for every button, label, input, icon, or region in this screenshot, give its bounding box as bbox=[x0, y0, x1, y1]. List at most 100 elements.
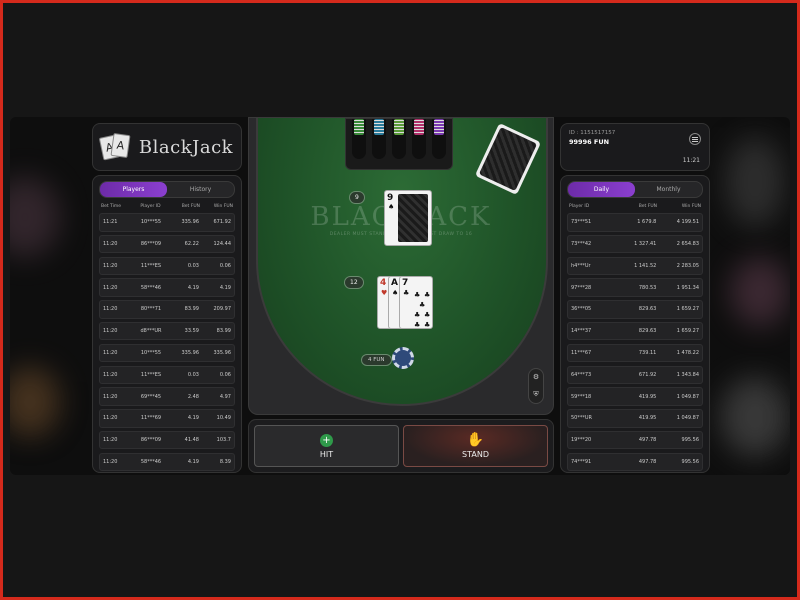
bet-cell: 2.48 bbox=[187, 393, 199, 400]
bet-cell: 83.99 bbox=[184, 306, 199, 313]
bg-blur bbox=[720, 377, 790, 457]
bet-cell: 1 141.52 bbox=[634, 262, 657, 269]
leaderboard-row: 74***91 497.78 995.56 bbox=[567, 452, 703, 472]
player-id-cell: 50***UR bbox=[571, 415, 592, 422]
side-controls: ⚙ ⛨ bbox=[528, 368, 544, 404]
leaderboard-row: 64***73 671.92 1 343.84 bbox=[567, 365, 703, 385]
leaderboard-panel: Daily Monthly Player ID Bet FUN Win FUN … bbox=[560, 175, 710, 473]
leaderboard-row: 36***05 829.63 1 659.27 bbox=[567, 300, 703, 319]
bet-cell: 335.96 bbox=[181, 350, 200, 357]
player-id-cell: 11***69 bbox=[140, 415, 162, 422]
bet-cell: 419.95 bbox=[638, 393, 657, 400]
bet-cell: 780.53 bbox=[638, 284, 657, 291]
player-id-cell: 10***55 bbox=[140, 350, 162, 357]
bet-time-cell: 11:20 bbox=[103, 415, 118, 422]
table-row: 11:21 10***55 335.96 671.92 bbox=[99, 213, 235, 232]
card-pip: ♣ bbox=[424, 321, 431, 329]
win-cell: 83.99 bbox=[216, 328, 231, 335]
leaderboard-row: h4***Ur 1 141.52 2 283.05 bbox=[567, 256, 703, 276]
player-id-cell: 73***42 bbox=[571, 241, 592, 248]
chip-stack bbox=[354, 119, 364, 135]
win-cell: 0.06 bbox=[219, 262, 231, 269]
leaderboard-header: Player ID Bet FUN Win FUN bbox=[569, 204, 701, 209]
chip-slot bbox=[372, 119, 386, 159]
bet-chip bbox=[392, 347, 414, 369]
table-row: 11:20 11***ES 0.03 0.06 bbox=[99, 256, 235, 276]
tab-history[interactable]: History bbox=[167, 182, 234, 197]
card-pip: ♣ bbox=[414, 311, 421, 319]
hit-label: HIT bbox=[319, 449, 334, 459]
win-cell: 10.49 bbox=[216, 415, 231, 422]
bet-cell: 739.11 bbox=[638, 350, 657, 357]
player-id-cell: 73***51 bbox=[571, 219, 592, 226]
bet-time-cell: 11:20 bbox=[103, 241, 118, 248]
win-cell: 1 343.84 bbox=[676, 371, 700, 378]
tab-daily[interactable]: Daily bbox=[568, 182, 635, 197]
bet-cell: 1 327.41 bbox=[634, 241, 657, 248]
card-pip: ♣ bbox=[424, 291, 431, 299]
chip-stack bbox=[434, 119, 444, 135]
col-win: Win FUN bbox=[681, 204, 701, 209]
player-score: 12 bbox=[344, 276, 364, 289]
bet-cell: 1 679.8 bbox=[637, 219, 657, 226]
leaderboard-row: 59***18 419.95 1 049.87 bbox=[567, 387, 703, 406]
win-cell: 103.7 bbox=[216, 437, 231, 444]
bet-time-cell: 11:20 bbox=[103, 284, 118, 291]
bet-cell: 829.63 bbox=[638, 328, 657, 335]
settings-icon[interactable]: ⚙ bbox=[533, 373, 539, 381]
table-row: 11:20 69***45 2.48 4.97 bbox=[99, 387, 235, 406]
bet-time-cell: 11:20 bbox=[103, 306, 118, 313]
leaderboard-row: 11***67 739.11 1 478.22 bbox=[567, 343, 703, 363]
chip-slot bbox=[432, 119, 446, 159]
chip-stack bbox=[374, 119, 384, 135]
card-rank: 7 bbox=[402, 278, 409, 288]
hand-icon: ✋ bbox=[466, 431, 485, 448]
win-cell: 4.19 bbox=[219, 284, 231, 291]
players-table-header: Bet Time Player ID Bet FUN Win FUN bbox=[101, 204, 233, 209]
leaderboard-row: 73***51 1 679.8 4 199.51 bbox=[567, 213, 703, 232]
leaderboard-tabs: Daily Monthly bbox=[567, 181, 703, 198]
player-id-cell: h4***Ur bbox=[571, 262, 591, 269]
bet-cell: 829.63 bbox=[638, 306, 657, 313]
tab-monthly[interactable]: Monthly bbox=[635, 182, 702, 197]
plus-icon: + bbox=[320, 433, 333, 447]
win-cell: 0.06 bbox=[219, 371, 231, 378]
card-pip: ♣ bbox=[419, 301, 426, 309]
tab-players[interactable]: Players bbox=[100, 182, 167, 197]
bet-cell: 497.78 bbox=[638, 437, 657, 444]
leaderboard-row: 14***37 829.63 1 659.27 bbox=[567, 321, 703, 341]
col-player-id: Player ID bbox=[569, 204, 590, 209]
player-id-cell: 74***91 bbox=[571, 459, 592, 466]
bet-cell: 4.19 bbox=[187, 415, 199, 422]
shield-icon[interactable]: ⛨ bbox=[533, 390, 538, 399]
bet-cell: 419.95 bbox=[638, 415, 657, 422]
chip-stack bbox=[414, 119, 424, 135]
bet-cell: 0.03 bbox=[187, 371, 199, 378]
bet-cell: 497.78 bbox=[638, 459, 657, 466]
stand-button[interactable]: ✋ STAND bbox=[403, 425, 548, 467]
user-id: ID : 1151517157 bbox=[569, 130, 616, 136]
action-bar: + HIT ✋ STAND bbox=[248, 419, 554, 473]
logo-panel: A A BlackJack bbox=[92, 123, 242, 171]
players-panel: Players History Bet Time Player ID Bet F… bbox=[92, 175, 242, 473]
card-pip: ♣ bbox=[414, 291, 421, 299]
bet-amount: 4 FUN bbox=[361, 354, 392, 366]
menu-icon[interactable] bbox=[689, 133, 701, 145]
player-id-cell: 11***ES bbox=[140, 371, 162, 378]
clock-time: 11:21 bbox=[682, 157, 700, 164]
dealer-score: 9 bbox=[349, 191, 365, 204]
win-cell: 995.56 bbox=[681, 437, 700, 444]
win-cell: 1 659.27 bbox=[676, 328, 700, 335]
win-cell: 4 199.51 bbox=[676, 219, 700, 226]
win-cell: 2 654.83 bbox=[676, 241, 700, 248]
card-rank: 4 bbox=[380, 278, 387, 288]
table-row: 11:20 86***09 62.22 124.44 bbox=[99, 234, 235, 254]
bg-blur bbox=[10, 177, 60, 257]
player-id-cell: 59***18 bbox=[571, 393, 592, 400]
player-id-cell: 11***67 bbox=[571, 350, 592, 357]
hole-card-back bbox=[398, 194, 428, 242]
table-row: 11:20 86***09 41.48 103.7 bbox=[99, 430, 235, 450]
hit-button[interactable]: + HIT bbox=[254, 425, 399, 467]
leaderboard-row: 19***20 497.78 995.56 bbox=[567, 430, 703, 450]
chip-stack bbox=[394, 119, 404, 135]
